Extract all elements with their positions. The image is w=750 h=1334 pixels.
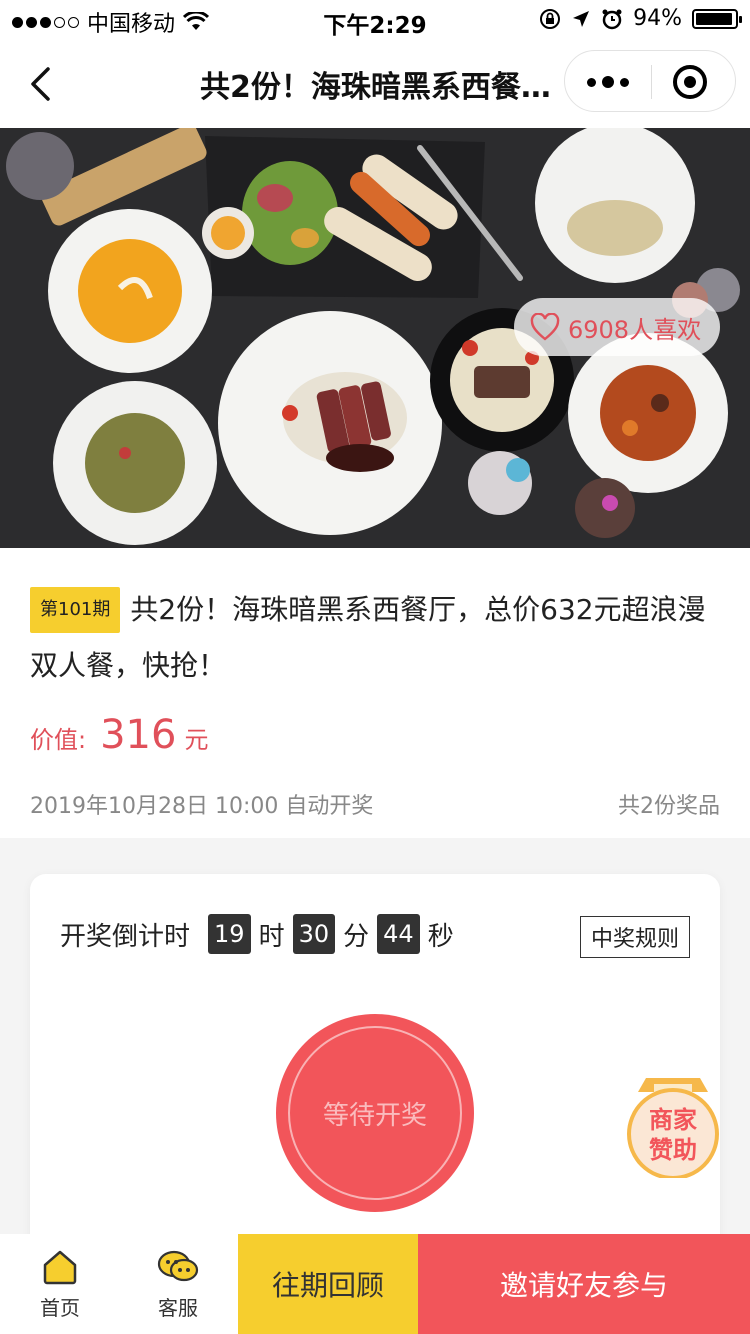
minutes-unit: 分 <box>343 921 370 952</box>
location-icon <box>573 10 590 27</box>
await-draw-button[interactable]: 等待开奖 <box>276 1014 474 1212</box>
sponsor-line1: 商家 <box>649 1106 697 1134</box>
status-right: 94% <box>539 6 742 31</box>
battery-percent: 94% <box>633 6 682 31</box>
hero-food-image: 6908人喜欢 <box>0 128 750 548</box>
countdown-seconds: 44 <box>377 914 420 954</box>
prize-count: 共2份奖品 <box>618 794 720 819</box>
invite-friends-button[interactable]: 邀请好友参与 <box>418 1234 750 1334</box>
countdown-minutes: 30 <box>292 914 336 954</box>
likes-badge[interactable]: 6908人喜欢 <box>514 298 720 356</box>
tab-home[interactable]: 首页 <box>0 1234 120 1334</box>
await-draw-label: 等待开奖 <box>288 1026 462 1200</box>
nav-bar: 共2份！海珠暗黑系西餐厅，总价632元超浪漫双人餐，快抢！ <box>0 40 750 128</box>
mini-program-capsule <box>564 50 736 112</box>
bottom-tab-bar: 首页 客服 往期回顾 邀请好友参与 <box>0 1234 750 1334</box>
tab-home-label: 首页 <box>40 1296 80 1320</box>
countdown-card: 开奖倒计时 19 时 30 分 44 秒 中奖规则 等待开奖 <box>30 874 720 1274</box>
chat-icon <box>157 1250 199 1282</box>
sponsor-shop-icon: 商家 赞助 <box>627 1078 719 1180</box>
price-value: 316 <box>100 712 177 758</box>
prize-info-section: 第101期 共2份！海珠暗黑系西餐厅，总价632元超浪漫双人餐，快抢！ 价值: 3… <box>0 548 750 838</box>
heart-icon <box>530 313 560 341</box>
page-title: 共2份！海珠暗黑系西餐厅，总价632元超浪漫双人餐，快抢！ <box>200 70 560 105</box>
capsule-divider <box>651 65 652 99</box>
rules-button[interactable]: 中奖规则 <box>579 916 690 958</box>
sponsor-line2: 赞助 <box>648 1136 697 1164</box>
price-unit: 元 <box>184 726 209 754</box>
battery-icon <box>692 8 742 29</box>
alarm-icon <box>602 9 622 29</box>
hours-unit: 时 <box>258 921 285 952</box>
period-badge: 第101期 <box>30 587 121 633</box>
battery-fill <box>696 12 732 25</box>
countdown-timer: 开奖倒计时 19 时 30 分 44 秒 <box>60 914 454 954</box>
prize-title-block: 第101期 共2份！海珠暗黑系西餐厅，总价632元超浪漫双人餐，快抢！ <box>30 582 720 694</box>
draw-meta-row: 2019年10月28日 10:00 自动开奖 共2份奖品 <box>30 788 720 820</box>
back-icon[interactable] <box>26 66 56 102</box>
sponsor-badge[interactable]: 商家 赞助 <box>624 1070 722 1180</box>
tab-service-label: 客服 <box>158 1296 198 1320</box>
rotation-lock-icon <box>540 8 561 29</box>
history-button[interactable]: 往期回顾 <box>238 1234 418 1334</box>
close-mini-program-icon[interactable] <box>673 65 707 99</box>
price-label: 价值: <box>30 726 87 754</box>
more-icon[interactable] <box>565 51 651 113</box>
price-row: 价值: 316 元 <box>30 712 208 758</box>
home-icon <box>43 1250 77 1285</box>
draw-time: 2019年10月28日 10:00 自动开奖 <box>30 794 374 819</box>
tab-service[interactable]: 客服 <box>118 1234 238 1334</box>
status-bar: 中国移动 下午2:29 94% <box>0 0 750 40</box>
seconds-unit: 秒 <box>427 921 454 952</box>
countdown-hours: 19 <box>208 914 251 954</box>
likes-count: 6908人喜欢 <box>568 315 702 344</box>
countdown-label: 开奖倒计时 <box>60 921 191 952</box>
prize-title: 共2份！海珠暗黑系西餐厅，总价632元超浪漫双人餐，快抢！ <box>30 593 706 682</box>
